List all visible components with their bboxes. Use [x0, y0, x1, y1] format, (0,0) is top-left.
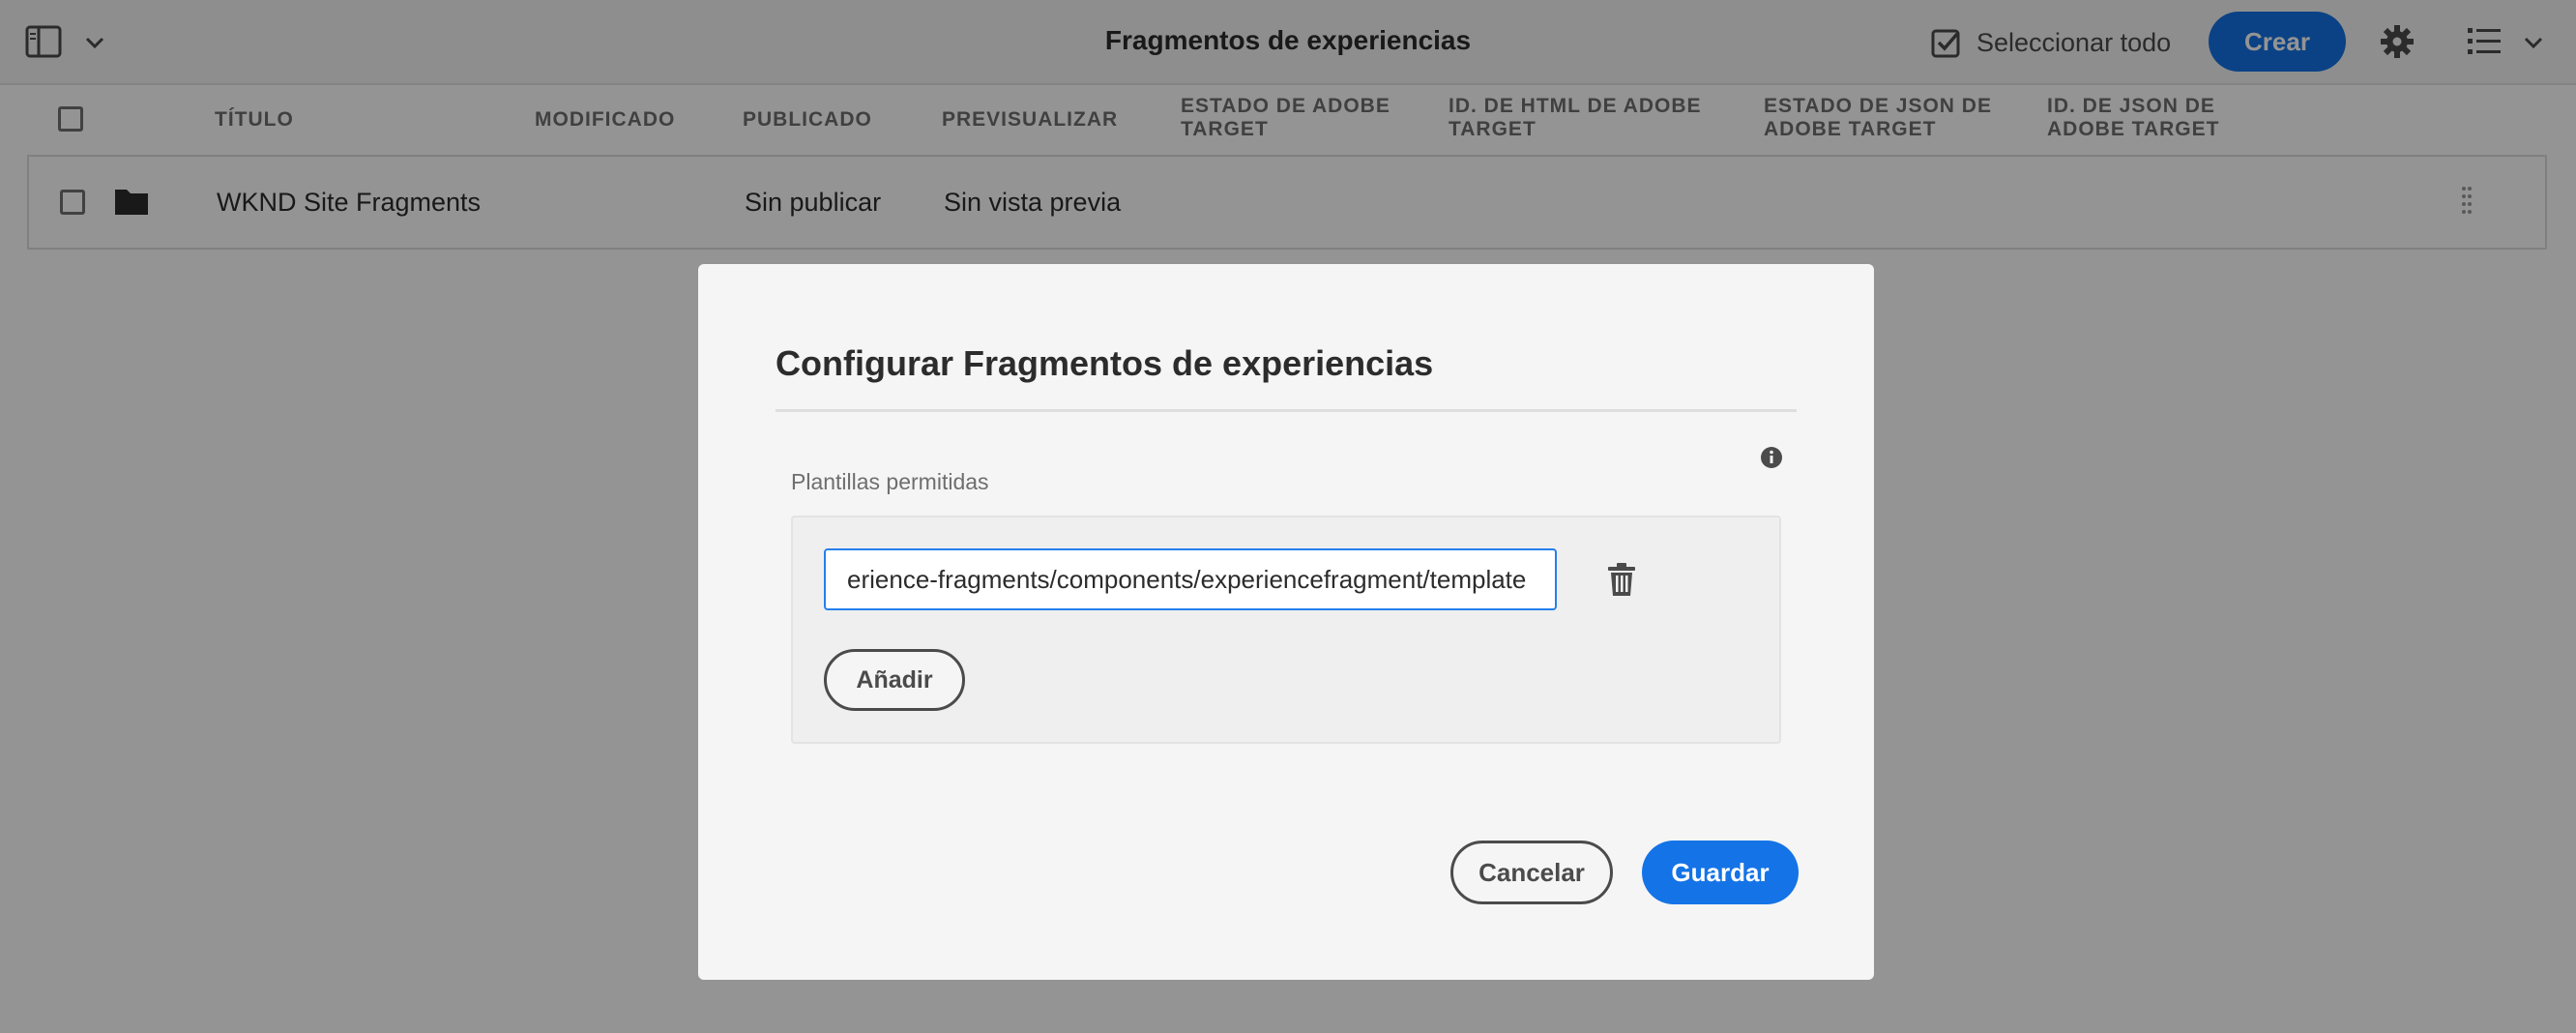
add-button[interactable]: Añadir: [824, 649, 965, 711]
template-path-input[interactable]: [824, 548, 1557, 610]
configure-dialog: Configurar Fragmentos de experiencias Pl…: [698, 264, 1874, 980]
dialog-title: Configurar Fragmentos de experiencias: [776, 343, 1434, 383]
divider: [776, 409, 1797, 412]
trash-icon[interactable]: [1605, 562, 1638, 597]
templates-multifield: Añadir: [791, 516, 1781, 744]
info-icon[interactable]: [1760, 446, 1783, 469]
save-button[interactable]: Guardar: [1642, 841, 1799, 904]
cancel-button[interactable]: Cancelar: [1450, 841, 1613, 904]
field-label: Plantillas permitidas: [791, 469, 989, 494]
